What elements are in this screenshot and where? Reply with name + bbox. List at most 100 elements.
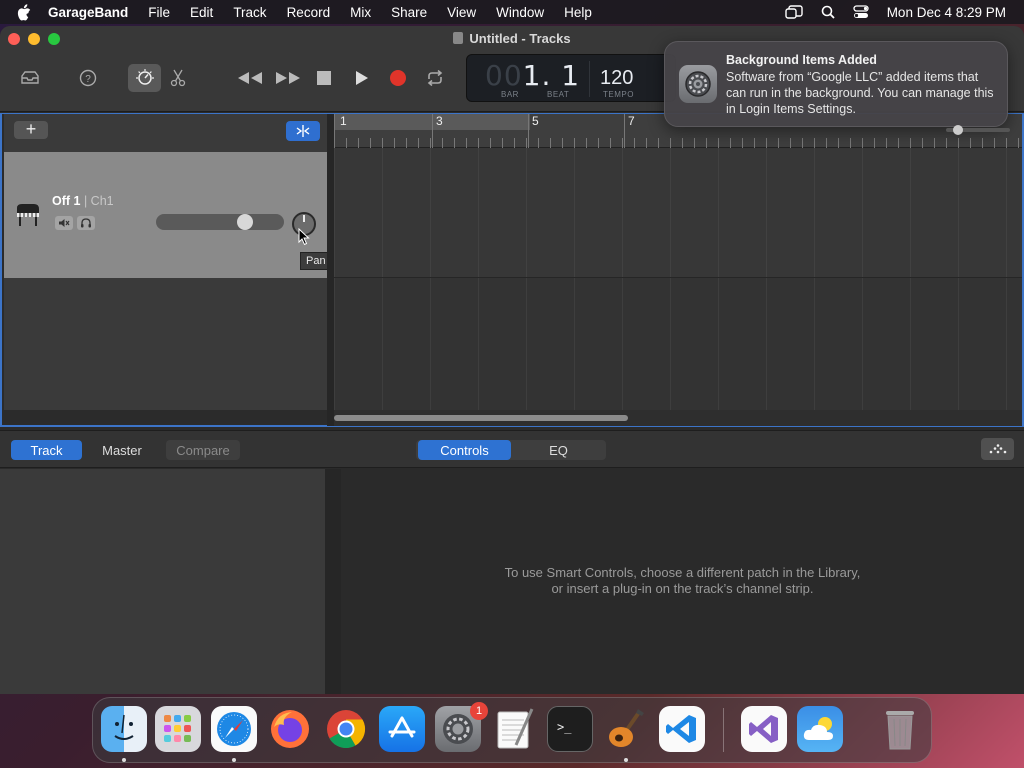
stage-manager-icon[interactable] bbox=[784, 5, 803, 19]
system-settings-dock-icon[interactable]: 1 bbox=[435, 702, 488, 752]
bar-label: BAR bbox=[501, 90, 519, 99]
track-zoom-slider[interactable] bbox=[946, 124, 1010, 136]
editors-button[interactable] bbox=[168, 68, 188, 88]
vscode-icon[interactable] bbox=[659, 706, 705, 752]
track-name[interactable]: Off 1 | Ch1 bbox=[52, 194, 114, 208]
inspector-icon bbox=[989, 444, 1006, 454]
library-button[interactable] bbox=[18, 68, 42, 88]
tempo-label: TEMPO bbox=[603, 90, 634, 99]
rewind-button[interactable] bbox=[236, 68, 264, 88]
speaker-mute-icon bbox=[59, 219, 70, 227]
smart-controls-message-line2: or insert a plug-in on the track’s chann… bbox=[551, 581, 814, 596]
system-settings-icon bbox=[679, 65, 717, 103]
pan-indicator bbox=[303, 215, 305, 222]
tab-eq[interactable]: EQ bbox=[512, 440, 605, 460]
menu-window[interactable]: Window bbox=[496, 5, 544, 20]
weather-icon[interactable] bbox=[797, 706, 843, 752]
scissors-icon bbox=[170, 69, 186, 87]
menu-bar: GarageBand File Edit Track Record Mix Sh… bbox=[0, 0, 1024, 24]
horizontal-scrollbar[interactable] bbox=[334, 410, 1022, 426]
notification-banner[interactable]: Background Items Added Software from “Go… bbox=[664, 41, 1008, 127]
compare-button[interactable]: Compare bbox=[166, 440, 240, 460]
spotlight-search-icon[interactable] bbox=[821, 5, 835, 19]
track-channel-text: | Ch1 bbox=[80, 194, 114, 208]
track-headers: + Off 1 | Ch1 Pan bbox=[4, 114, 332, 410]
mute-button[interactable] bbox=[55, 216, 73, 230]
track-header-row[interactable]: Off 1 | Ch1 Pan bbox=[4, 152, 332, 278]
document-icon bbox=[453, 32, 464, 44]
fast-forward-button[interactable] bbox=[274, 68, 302, 88]
tempo-value[interactable]: 120 bbox=[600, 67, 633, 90]
visual-studio-icon[interactable] bbox=[741, 706, 787, 752]
finder-running-dot bbox=[122, 758, 126, 762]
ruler-bar-number: 3 bbox=[436, 114, 443, 128]
menu-help[interactable]: Help bbox=[564, 5, 592, 20]
record-icon bbox=[390, 70, 406, 86]
empty-track-header-area bbox=[4, 278, 327, 410]
track-name-text: Off 1 bbox=[52, 194, 81, 208]
smart-controls-message-line1: To use Smart Controls, choose a differen… bbox=[504, 565, 861, 580]
notification-title: Background Items Added bbox=[726, 53, 877, 67]
catch-playhead-button[interactable] bbox=[286, 121, 320, 141]
headphones-icon bbox=[81, 218, 91, 228]
smart-controls-icon bbox=[135, 69, 154, 85]
menu-view[interactable]: View bbox=[447, 5, 476, 20]
dock-separator bbox=[723, 708, 724, 752]
position-leading-zeros: 00 bbox=[485, 59, 523, 92]
tracks-splitter[interactable] bbox=[327, 114, 334, 426]
track-lane[interactable] bbox=[334, 148, 1022, 278]
add-track-button[interactable]: + bbox=[14, 120, 48, 139]
lcd-display[interactable]: 001. 1 BAR BEAT 120 TEMPO bbox=[466, 54, 676, 102]
apple-menu-icon[interactable] bbox=[14, 2, 34, 22]
launchpad-icon[interactable] bbox=[155, 706, 201, 752]
cycle-button[interactable] bbox=[424, 68, 446, 88]
menu-track[interactable]: Track bbox=[233, 5, 266, 20]
stop-button[interactable] bbox=[314, 68, 334, 88]
catch-playhead-icon bbox=[296, 125, 310, 137]
menu-mix[interactable]: Mix bbox=[350, 5, 371, 20]
menu-file[interactable]: File bbox=[148, 5, 170, 20]
stop-icon bbox=[317, 71, 331, 85]
garageband-running-dot bbox=[624, 758, 628, 762]
play-icon bbox=[356, 71, 368, 85]
svg-text:?: ? bbox=[85, 74, 91, 85]
record-button[interactable] bbox=[388, 68, 408, 88]
quick-help-button[interactable]: ? bbox=[78, 68, 98, 88]
safari-icon[interactable] bbox=[211, 706, 257, 752]
dock: 1 >_ bbox=[92, 697, 932, 763]
menu-app-name[interactable]: GarageBand bbox=[48, 5, 128, 20]
rewind-icon bbox=[238, 72, 262, 84]
menu-share[interactable]: Share bbox=[391, 5, 427, 20]
tab-controls[interactable]: Controls bbox=[418, 440, 511, 460]
volume-slider[interactable] bbox=[156, 214, 284, 230]
control-center-icon[interactable] bbox=[853, 5, 869, 19]
tracks-area: + Off 1 | Ch1 Pan 1 3 5 7 bbox=[0, 113, 1024, 427]
menu-record[interactable]: Record bbox=[287, 5, 331, 20]
smart-controls-sidebar bbox=[0, 469, 325, 694]
smart-controls-bar: Track Master Compare Controls EQ bbox=[0, 430, 1024, 468]
play-button[interactable] bbox=[352, 68, 372, 88]
menu-edit[interactable]: Edit bbox=[190, 5, 213, 20]
ruler-bar-number: 7 bbox=[628, 114, 635, 128]
app-store-icon[interactable] bbox=[379, 706, 425, 752]
smart-controls-button[interactable] bbox=[128, 64, 161, 92]
menubar-clock[interactable]: Mon Dec 4 8:29 PM bbox=[887, 5, 1006, 20]
horizontal-scrollbar-thumb[interactable] bbox=[334, 415, 628, 421]
status-area: Mon Dec 4 8:29 PM bbox=[767, 0, 1006, 24]
tab-track[interactable]: Track bbox=[11, 440, 82, 460]
firefox-icon[interactable] bbox=[267, 706, 313, 752]
notification-badge: 1 bbox=[470, 702, 488, 720]
trash-icon[interactable] bbox=[877, 706, 923, 752]
smart-controls-inspector-button[interactable] bbox=[981, 438, 1014, 460]
chrome-icon[interactable] bbox=[323, 706, 369, 752]
mouse-cursor-icon bbox=[298, 227, 310, 249]
terminal-icon[interactable]: >_ bbox=[547, 706, 593, 752]
track-header-toolbar: + bbox=[4, 114, 327, 152]
solo-button[interactable] bbox=[77, 216, 95, 230]
tab-master[interactable]: Master bbox=[84, 440, 160, 460]
textedit-icon[interactable] bbox=[491, 706, 537, 752]
volume-slider-handle[interactable] bbox=[237, 214, 253, 230]
garageband-icon[interactable] bbox=[603, 706, 649, 752]
track-grid[interactable] bbox=[334, 148, 1022, 410]
finder-icon[interactable] bbox=[101, 706, 147, 752]
